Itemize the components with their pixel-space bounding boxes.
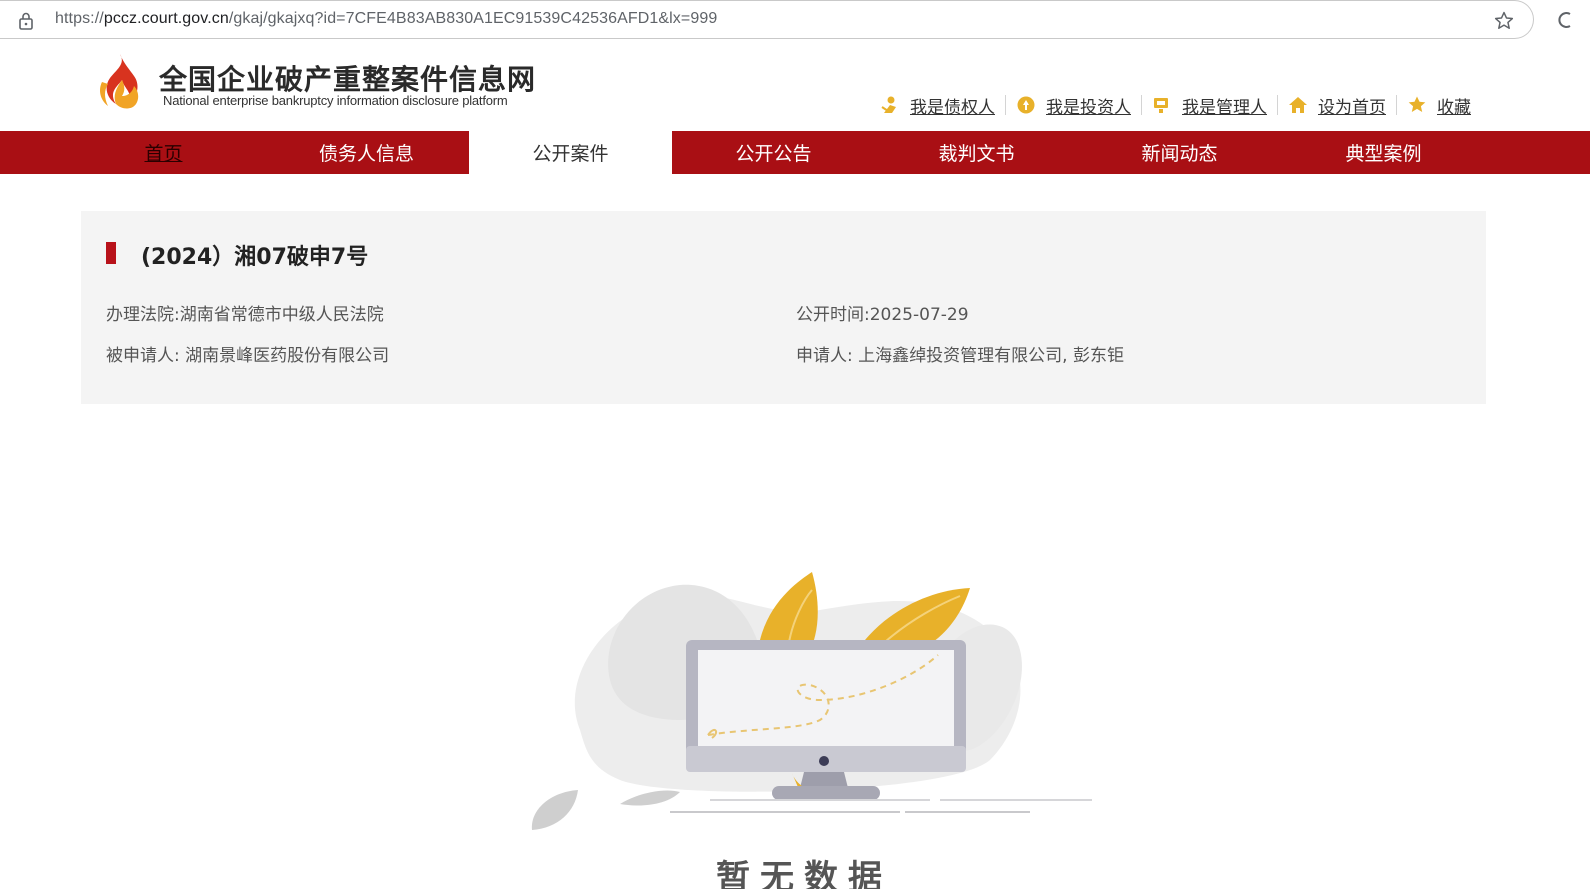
court-label: 办理法院:: [106, 305, 180, 325]
url-prefix: https://: [55, 10, 104, 27]
empty-state-illustration: [531, 572, 1092, 830]
nav-item-home[interactable]: 首页: [62, 131, 265, 174]
nav-item-public-notices[interactable]: 公开公告: [672, 131, 875, 174]
site-title: 全国企业破产重整案件信息网: [159, 63, 537, 96]
quick-links: 我是债权人 我是投资人 我是管理人 设为首页 收藏: [870, 90, 1481, 120]
nav-item-debtor-info[interactable]: 债务人信息: [265, 131, 468, 174]
title-marker: [106, 242, 116, 264]
court-value: 湖南省常德市中级人民法院: [179, 305, 384, 325]
quick-link-set-homepage[interactable]: 设为首页: [1278, 90, 1396, 120]
nav-item-judgments[interactable]: 裁判文书: [875, 131, 1078, 174]
publish-time-info: 公开时间:2025-07-29: [796, 300, 969, 325]
court-info: 办理法院:湖南省常德市中级人民法院: [106, 300, 384, 325]
url-text[interactable]: https://pccz.court.gov.cn/gkaj/gkajxq?id…: [55, 10, 717, 28]
quick-link-favorite[interactable]: 收藏: [1397, 90, 1481, 120]
applicant-value: 上海鑫绰投资管理有限公司, 彭东钜: [858, 346, 1124, 366]
page: https://pccz.court.gov.cn/gkaj/gkajxq?id…: [0, 0, 1590, 889]
respondent-value: 湖南景峰医药股份有限公司: [185, 346, 390, 366]
quick-link-investor[interactable]: 我是投资人: [1006, 90, 1141, 120]
quick-link-creditor[interactable]: 我是债权人: [870, 90, 1005, 120]
administrator-icon: [1154, 98, 1168, 113]
bookmark-star-icon[interactable]: [1493, 10, 1515, 32]
quick-link-administrator[interactable]: 我是管理人: [1142, 90, 1277, 120]
quick-link-label: 我是投资人: [1046, 97, 1131, 118]
applicant-label: 申请人:: [796, 346, 853, 366]
case-detail-panel: (2024）湘07破申7号 办理法院:湖南省常德市中级人民法院 公开时间:202…: [81, 211, 1486, 404]
lock-icon[interactable]: [17, 11, 35, 31]
main-nav: 首页 债务人信息 公开案件 公开公告 裁判文书 新闻动态 典型案例: [0, 131, 1590, 174]
address-bar[interactable]: https://pccz.court.gov.cn/gkaj/gkajxq?id…: [0, 0, 1534, 39]
site-subtitle: National enterprise bankruptcy informati…: [163, 93, 508, 108]
url-host: pccz.court.gov.cn: [103, 10, 229, 27]
quick-link-label: 收藏: [1437, 97, 1471, 118]
nav-item-typical-cases[interactable]: 典型案例: [1282, 131, 1485, 174]
star-icon: [1408, 96, 1426, 112]
applicant-info: 申请人: 上海鑫绰投资管理有限公司, 彭东钜: [796, 341, 1124, 366]
creditor-icon: [881, 96, 896, 113]
url-path: /gkaj/gkajxq?id=7CFE4B83AB830A1EC91539C4…: [228, 10, 718, 27]
nav-item-news[interactable]: 新闻动态: [1078, 131, 1281, 174]
investor-icon: [1017, 96, 1035, 114]
publish-label: 公开时间:: [796, 305, 870, 325]
empty-state-text: 暂无数据: [716, 858, 892, 889]
respondent-label: 被申请人:: [106, 346, 180, 366]
quick-link-label: 我是债权人: [910, 97, 995, 118]
respondent-info: 被申请人: 湖南景峰医药股份有限公司: [106, 341, 389, 366]
logo-flame-icon[interactable]: [96, 52, 144, 114]
nav-item-public-cases[interactable]: 公开案件: [469, 131, 672, 174]
quick-link-label: 我是管理人: [1182, 97, 1267, 118]
publish-value: 2025-07-29: [869, 305, 969, 325]
quick-link-label: 设为首页: [1318, 97, 1386, 118]
home-icon: [1289, 97, 1307, 113]
extension-icon[interactable]: [1558, 10, 1572, 30]
case-number: (2024）湘07破申7号: [141, 245, 369, 270]
